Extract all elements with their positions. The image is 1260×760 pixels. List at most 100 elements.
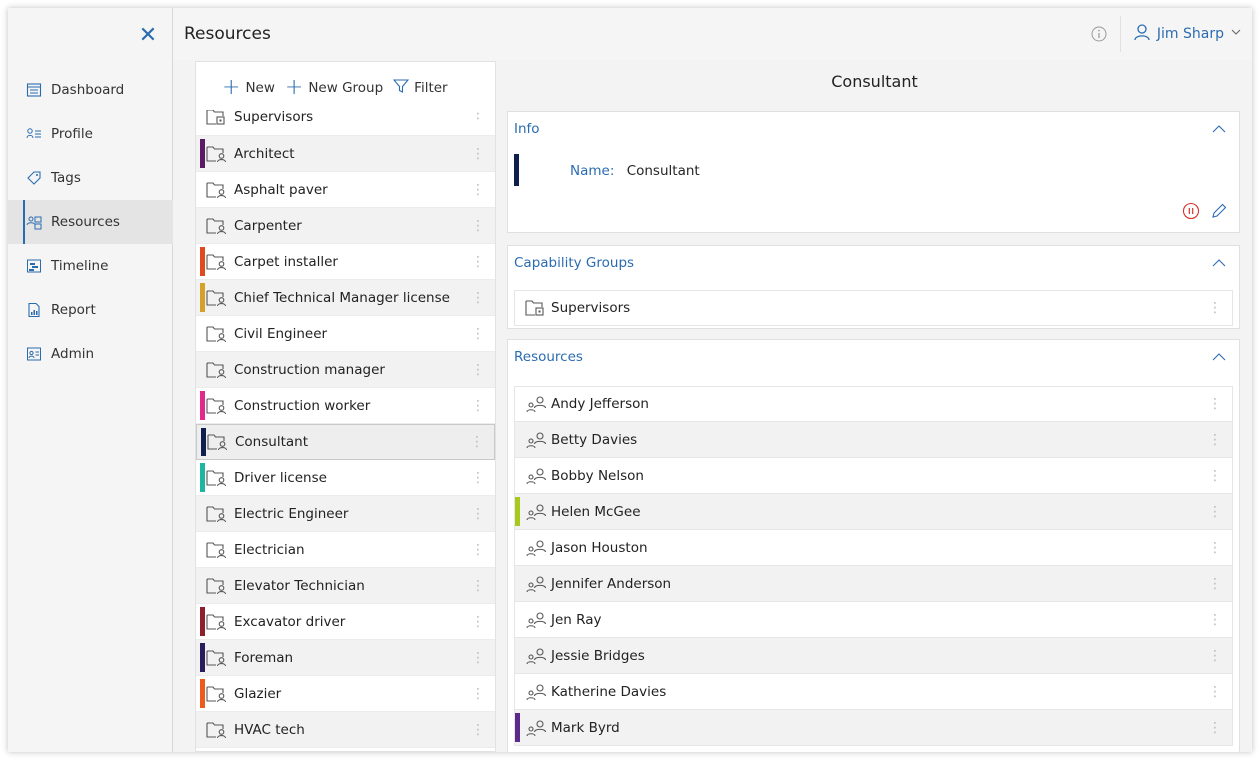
nav-item-profile[interactable]: Profile bbox=[8, 112, 173, 156]
more-options-icon[interactable]: ⋮ bbox=[471, 110, 485, 122]
more-options-icon[interactable]: ⋮ bbox=[471, 542, 485, 558]
filter-icon bbox=[392, 78, 410, 99]
folder-person-icon bbox=[206, 324, 230, 344]
info-header[interactable]: Info bbox=[508, 112, 1239, 146]
dashboard-icon bbox=[26, 82, 42, 98]
resource-item[interactable]: Jen Ray ⋮ bbox=[514, 602, 1233, 638]
color-stripe bbox=[200, 139, 205, 168]
nav-item-label: Timeline bbox=[51, 258, 109, 274]
more-options-icon[interactable]: ⋮ bbox=[471, 578, 485, 594]
list-item[interactable]: Chief Technical Manager license ⋮ bbox=[196, 280, 495, 316]
info-actions bbox=[508, 196, 1239, 226]
more-options-icon[interactable]: ⋮ bbox=[1208, 468, 1222, 484]
list-item[interactable]: Excavator driver ⋮ bbox=[196, 604, 495, 640]
more-options-icon[interactable]: ⋮ bbox=[471, 218, 485, 234]
more-options-icon[interactable]: ⋮ bbox=[471, 362, 485, 378]
resource-item[interactable]: Helen McGee ⋮ bbox=[514, 494, 1233, 530]
capability-groups-heading: Capability Groups bbox=[514, 255, 635, 271]
more-options-icon[interactable]: ⋮ bbox=[1208, 720, 1222, 736]
chevron-up-icon[interactable] bbox=[1211, 349, 1227, 369]
list-item-label: Carpet installer bbox=[234, 253, 338, 270]
user-icon bbox=[1133, 23, 1151, 45]
chevron-up-icon[interactable] bbox=[1211, 255, 1227, 275]
new-group-button[interactable]: + New Group bbox=[285, 77, 384, 99]
list-item[interactable]: Construction manager ⋮ bbox=[196, 352, 495, 388]
resource-item[interactable]: Andy Jefferson ⋮ bbox=[514, 386, 1233, 422]
more-options-icon[interactable]: ⋮ bbox=[1208, 504, 1222, 520]
list-item[interactable]: Electrician ⋮ bbox=[196, 532, 495, 568]
list-item[interactable]: HVAC tech ⋮ bbox=[196, 712, 495, 748]
pause-icon[interactable] bbox=[1181, 201, 1201, 221]
edit-pencil-icon[interactable] bbox=[1209, 201, 1229, 221]
list-item[interactable]: Carpet installer ⋮ bbox=[196, 244, 495, 280]
group-folder-icon bbox=[525, 298, 549, 318]
resource-item[interactable]: Jennifer Anderson ⋮ bbox=[514, 566, 1233, 602]
list-item[interactable]: Construction worker ⋮ bbox=[196, 388, 495, 424]
filter-label: Filter bbox=[414, 80, 448, 96]
color-stripe bbox=[200, 607, 205, 636]
nav-item-timeline[interactable]: Timeline bbox=[8, 244, 173, 288]
more-options-icon[interactable]: ⋮ bbox=[1208, 300, 1222, 316]
more-options-icon[interactable]: ⋮ bbox=[471, 290, 485, 306]
more-options-icon[interactable]: ⋮ bbox=[471, 254, 485, 270]
chevron-up-icon[interactable] bbox=[1211, 121, 1227, 141]
new-group-label: New Group bbox=[308, 80, 384, 96]
info-icon[interactable] bbox=[1090, 25, 1108, 43]
more-options-icon[interactable]: ⋮ bbox=[1208, 432, 1222, 448]
person-icon bbox=[525, 502, 549, 522]
list-item[interactable]: Elevator Technician ⋮ bbox=[196, 568, 495, 604]
list-item[interactable]: Supervisors ⋮ bbox=[196, 110, 495, 136]
list-item-label: Asphalt paver bbox=[234, 181, 328, 198]
resource-item[interactable]: Jessie Bridges ⋮ bbox=[514, 638, 1233, 674]
more-options-icon[interactable]: ⋮ bbox=[470, 434, 484, 450]
list-item[interactable]: Electric Engineer ⋮ bbox=[196, 496, 495, 532]
more-options-icon[interactable]: ⋮ bbox=[471, 650, 485, 666]
resource-item[interactable]: Jason Houston ⋮ bbox=[514, 530, 1233, 566]
resource-item[interactable]: Katherine Davies ⋮ bbox=[514, 674, 1233, 710]
close-nav-icon[interactable]: ✕ bbox=[136, 24, 160, 48]
list-item[interactable]: Asphalt paver ⋮ bbox=[196, 172, 495, 208]
more-options-icon[interactable]: ⋮ bbox=[471, 326, 485, 342]
more-options-icon[interactable]: ⋮ bbox=[1208, 684, 1222, 700]
more-options-icon[interactable]: ⋮ bbox=[1208, 576, 1222, 592]
user-menu[interactable]: Jim Sharp bbox=[1133, 23, 1242, 45]
nav-item-dashboard[interactable]: Dashboard bbox=[8, 68, 173, 112]
filter-button[interactable]: Filter bbox=[392, 78, 448, 99]
more-options-icon[interactable]: ⋮ bbox=[471, 182, 485, 198]
more-options-icon[interactable]: ⋮ bbox=[471, 686, 485, 702]
list-item[interactable]: Glazier ⋮ bbox=[196, 676, 495, 712]
list-item[interactable]: Carpenter ⋮ bbox=[196, 208, 495, 244]
list-item[interactable]: Driver license ⋮ bbox=[196, 460, 495, 496]
resource-item[interactable]: Mark Byrd ⋮ bbox=[514, 710, 1233, 746]
resource-name: Helen McGee bbox=[551, 503, 641, 520]
folder-person-icon bbox=[206, 468, 230, 488]
more-options-icon[interactable]: ⋮ bbox=[471, 614, 485, 630]
more-options-icon[interactable]: ⋮ bbox=[1208, 396, 1222, 412]
resource-list-panel: + New + New Group Filter Supervisors ⋮ Arc… bbox=[195, 61, 496, 752]
nav-item-admin[interactable]: Admin bbox=[8, 332, 173, 376]
capability-groups-header[interactable]: Capability Groups bbox=[508, 246, 1239, 280]
color-stripe bbox=[200, 283, 205, 312]
nav-item-resources[interactable]: Resources bbox=[8, 200, 173, 244]
list-item[interactable]: Foreman ⋮ bbox=[196, 640, 495, 676]
more-options-icon[interactable]: ⋮ bbox=[471, 506, 485, 522]
more-options-icon[interactable]: ⋮ bbox=[471, 722, 485, 738]
more-options-icon[interactable]: ⋮ bbox=[1208, 648, 1222, 664]
new-button[interactable]: + New bbox=[222, 77, 275, 99]
more-options-icon[interactable]: ⋮ bbox=[471, 398, 485, 414]
more-options-icon[interactable]: ⋮ bbox=[1208, 612, 1222, 628]
nav-item-tags[interactable]: Tags bbox=[8, 156, 173, 200]
capability-group-item[interactable]: Supervisors ⋮ bbox=[514, 290, 1233, 326]
list-item[interactable]: Consultant ⋮ bbox=[196, 424, 495, 460]
top-bar: Resources Jim Sharp bbox=[174, 8, 1252, 60]
list-item-label: Construction worker bbox=[234, 397, 371, 414]
nav-item-report[interactable]: Report bbox=[8, 288, 173, 332]
more-options-icon[interactable]: ⋮ bbox=[471, 146, 485, 162]
resource-item[interactable]: Bobby Nelson ⋮ bbox=[514, 458, 1233, 494]
list-item[interactable]: Civil Engineer ⋮ bbox=[196, 316, 495, 352]
resources-header[interactable]: Resources bbox=[508, 340, 1239, 374]
more-options-icon[interactable]: ⋮ bbox=[1208, 540, 1222, 556]
more-options-icon[interactable]: ⋮ bbox=[471, 470, 485, 486]
resource-item[interactable]: Betty Davies ⋮ bbox=[514, 422, 1233, 458]
list-item[interactable]: Architect ⋮ bbox=[196, 136, 495, 172]
